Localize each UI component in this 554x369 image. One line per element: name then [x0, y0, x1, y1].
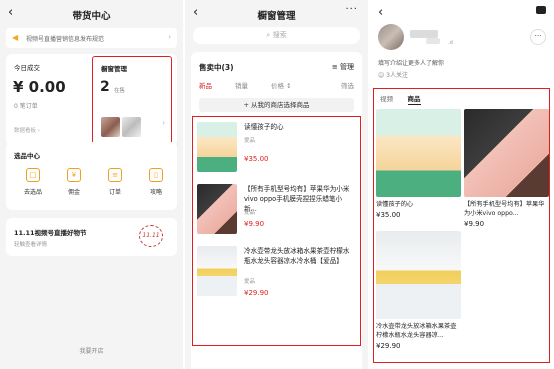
username-redacted — [426, 38, 440, 44]
follow-count[interactable]: ☺ 3人关注 — [378, 70, 408, 79]
filter-price[interactable]: 价格 ↕ — [271, 80, 292, 90]
profile-tabs: 视频 商品 — [380, 93, 433, 105]
product-price: ¥9.90 — [464, 220, 485, 228]
product-sheet: 售卖中(3) ≡ 管理 新品 销量 价格 ↕ 筛选 + 从我的商店选择商品 读懂… — [191, 52, 362, 369]
product-price: ¥35.00 — [244, 155, 269, 163]
profile-intro[interactable]: 填写介绍让更多人了解你 — [378, 58, 444, 67]
data-dashboard-link[interactable]: 数据看板 › — [14, 126, 40, 134]
notice-text: 视频号直播营销信息发布规范 — [26, 36, 105, 43]
product-title: 【所有手机型号均有】苹果华为小米vivo oppo... — [464, 201, 545, 217]
window-label: 橱窗管理 — [101, 65, 127, 73]
tool-commission[interactable]: ¥ 佣金 — [57, 168, 91, 196]
window-count: 2 — [100, 79, 110, 95]
notice-banner[interactable]: ◀ 视频号直播营销信息发布规范 › — [6, 28, 177, 48]
product-title: 读懂孩子的心 — [376, 201, 414, 208]
book-icon: ▯ — [149, 168, 163, 182]
back-icon[interactable]: ‹ — [378, 5, 383, 20]
search-input[interactable]: ⌕ 搜索 — [193, 27, 360, 44]
today-label: 今日成交 — [14, 64, 40, 72]
grid-item[interactable]: 读懂孩子的心 ¥35.00 — [376, 109, 461, 219]
page-title: 带货中心 — [72, 11, 111, 22]
tool-guide[interactable]: ▯ 攻略 — [139, 168, 173, 196]
promo-title: 11.11视频号直播好物节 — [14, 229, 87, 237]
order-count: 0 笔订单 — [14, 103, 38, 110]
products-section: 视频 商品 读懂孩子的心 ¥35.00 【所有手机型号均有】苹果华为小米vivo… — [373, 88, 550, 363]
chevron-right-icon: › — [162, 119, 165, 127]
more-button[interactable]: ··· — [530, 29, 546, 45]
product-grid: 读懂孩子的心 ¥35.00 【所有手机型号均有】苹果华为小米vivo oppo.… — [376, 109, 549, 360]
product-title: 【所有手机型号均有】苹果华为小米vivo oppo手机膜壳捏捏乐蜡笔小新... — [244, 185, 350, 213]
grid-item[interactable]: 冷水壶带龙头放冰箱水果茶壶柠檬水瓶水龙头容器凉... ¥29.90 — [376, 231, 461, 350]
window-management-card[interactable]: 橱窗管理 2 在售 › — [92, 56, 172, 144]
window-unit: 在售 — [114, 88, 126, 94]
product-image — [197, 184, 237, 234]
grid-item[interactable]: 【所有手机型号均有】苹果华为小米vivo oppo... ¥9.90 — [464, 109, 549, 228]
tab-products[interactable]: 商品 — [407, 93, 421, 105]
profile-panel: ‹ .d ··· 填写介绍让更多人了解你 ☺ 3人关注 视频 商品 读懂孩子的心… — [370, 0, 554, 369]
manage-button[interactable]: ≡ 管理 — [332, 62, 354, 72]
product-list: 读懂孩子的心 爱品 ¥35.00 【所有手机型号均有】苹果华为小米vivo op… — [192, 116, 361, 346]
product-price: ¥35.00 — [376, 211, 401, 219]
product-price: ¥29.90 — [376, 342, 401, 350]
camera-icon[interactable] — [536, 6, 546, 14]
product-price: ¥29.90 — [244, 289, 269, 297]
tool-orders[interactable]: ≡ 订单 — [98, 168, 132, 196]
username-redacted — [410, 30, 438, 38]
top-bar: ‹ 带货中心 — [0, 0, 183, 26]
list-item[interactable]: 【所有手机型号均有】苹果华为小米vivo oppo手机膜壳捏捏乐蜡笔小新... … — [197, 181, 356, 247]
stats-card: 今日成交 ¥ 0.00 0 笔订单 数据看板 › 橱窗管理 2 在售 › — [6, 54, 177, 146]
promo-logo: 11.11 — [139, 225, 163, 247]
product-title: 冷水壶带龙头放冰箱水果茶壶柠檬水瓶水龙头容器凉... — [376, 323, 457, 339]
open-shop-link[interactable]: 我要开店 — [0, 346, 183, 355]
filter-button[interactable]: 筛选 — [341, 80, 354, 90]
product-image — [376, 231, 461, 319]
product-price: ¥9.90 — [244, 220, 265, 228]
tools-title: 选品中心 — [14, 152, 40, 160]
product-image — [197, 122, 237, 172]
shopping-center-panel: ‹ 带货中心 ◀ 视频号直播营销信息发布规范 › 今日成交 ¥ 0.00 0 笔… — [0, 0, 183, 369]
product-title: 冷水壶带龙头放冰箱水果茶壶柠檬水瓶水龙头容器凉水冷水桶【爱品】 — [244, 247, 350, 265]
tools-card: 选品中心 □ 去选品 ¥ 佣金 ≡ 订单 ▯ 攻略 — [6, 142, 177, 210]
filter-new[interactable]: 新品 — [199, 80, 212, 90]
product-thumbnail — [122, 117, 141, 137]
add-from-shop-button[interactable]: + 从我的商店选择商品 — [199, 98, 354, 112]
cart-icon: □ — [26, 168, 40, 182]
filter-bar: 新品 销量 价格 ↕ 筛选 — [199, 80, 354, 90]
window-thumbnails — [101, 117, 141, 137]
list-item[interactable]: 冷水壶带龙头放冰箱水果茶壶柠檬水瓶水龙头容器凉水冷水桶【爱品】 爱品 ¥29.9… — [197, 243, 356, 309]
product-image — [464, 109, 549, 197]
more-icon[interactable]: ··· — [345, 4, 358, 15]
page-title: 橱窗管理 — [257, 11, 296, 22]
product-title: 读懂孩子的心 — [244, 123, 284, 131]
window-management-panel: ‹ 橱窗管理 ··· ⌕ 搜索 售卖中(3) ≡ 管理 新品 销量 价格 ↕ 筛… — [185, 0, 368, 369]
top-bar: ‹ — [370, 0, 554, 26]
list-item[interactable]: 读懂孩子的心 爱品 ¥35.00 — [197, 119, 356, 185]
today-amount: ¥ 0.00 — [13, 78, 66, 96]
tab-videos[interactable]: 视频 — [380, 93, 393, 103]
order-icon: ≡ — [108, 168, 122, 182]
tool-select-product[interactable]: □ 去选品 — [16, 168, 50, 196]
product-shop: 爱品 — [244, 279, 256, 285]
search-icon: ⌕ — [266, 31, 271, 39]
avatar[interactable] — [378, 24, 404, 50]
coin-icon: ¥ — [67, 168, 81, 182]
top-bar: ‹ 橱窗管理 ··· — [185, 0, 368, 26]
username-suffix: .d — [448, 40, 453, 46]
search-placeholder: 搜索 — [272, 31, 287, 39]
product-shop: 爱品 — [244, 210, 256, 216]
promo-subtitle: 轻触查看详情 — [14, 242, 48, 248]
product-shop: 爱品 — [244, 138, 256, 144]
filter-sales[interactable]: 销量 — [235, 80, 248, 90]
megaphone-icon: ◀ — [12, 33, 19, 42]
on-sale-tab[interactable]: 售卖中(3) — [199, 62, 234, 73]
product-image — [376, 109, 461, 197]
product-thumbnail — [101, 117, 120, 137]
chevron-right-icon: › — [168, 33, 171, 41]
promo-card[interactable]: 11.11视频号直播好物节 轻触查看详情 11.11 — [6, 218, 177, 256]
product-image — [197, 246, 237, 296]
